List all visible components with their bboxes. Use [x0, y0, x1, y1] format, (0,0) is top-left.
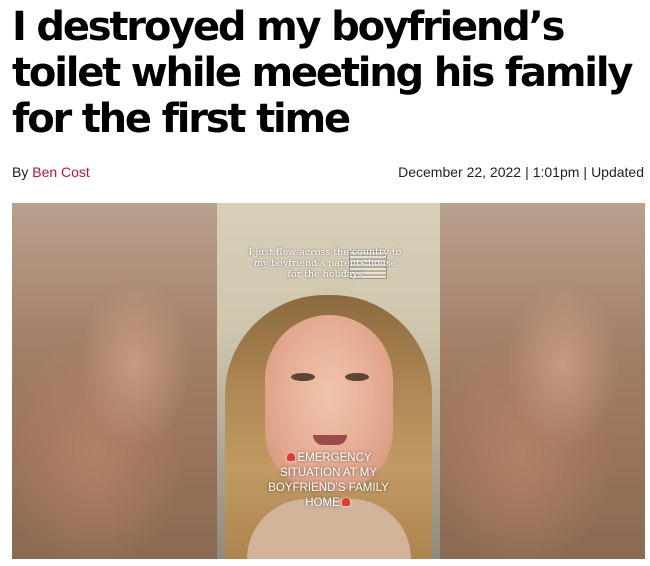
caption-line: SITUATION AT MY: [279, 467, 378, 479]
video-blur-background-left: [12, 203, 217, 559]
byline-row: By Ben Cost December 22, 2022 | 1:01pm | Upd…: [12, 163, 644, 181]
siren-icon: [341, 498, 350, 506]
byline-prefix: By: [12, 164, 29, 180]
updated-label: Updated: [591, 164, 644, 180]
video-caption-top: I just flew across the country to my boy…: [248, 247, 402, 280]
author-link[interactable]: Ben Cost: [32, 164, 90, 180]
caption-text: HOME: [305, 497, 340, 509]
headline-line: for the first time: [12, 96, 351, 142]
headline-line: I destroyed my boyfriend’s: [12, 4, 565, 50]
article-headline: I destroyed my boyfriend’s toilet while …: [12, 4, 642, 142]
video-caption-bottom: EMERGENCY SITUATION AT MY BOYFRIEND’S FA…: [225, 451, 432, 511]
siren-icon: [287, 453, 296, 461]
person-eye-left: [291, 373, 315, 381]
publish-meta: December 22, 2022 | 1:01pm | Updated: [398, 163, 644, 181]
publish-date: December 22, 2022: [398, 164, 522, 180]
video-blur-background-right: [440, 203, 645, 559]
meta-separator: |: [583, 164, 588, 180]
meta-separator: |: [525, 164, 529, 180]
caption-line: HOME: [225, 496, 432, 511]
person-mouth: [313, 435, 347, 445]
article-video[interactable]: I just flew across the country to my boy…: [12, 203, 645, 559]
headline-line: toilet while meeting his family: [12, 50, 633, 96]
caption-text: EMERGENCY: [297, 452, 372, 464]
byline: By Ben Cost: [12, 163, 90, 181]
caption-line: EMERGENCY: [225, 451, 432, 466]
video-frame[interactable]: I just flew across the country to my boy…: [217, 203, 440, 559]
publish-time: 1:01pm: [532, 164, 580, 180]
caption-line: BOYFRIEND’S FAMILY: [268, 482, 389, 494]
person-eye-right: [345, 373, 369, 381]
